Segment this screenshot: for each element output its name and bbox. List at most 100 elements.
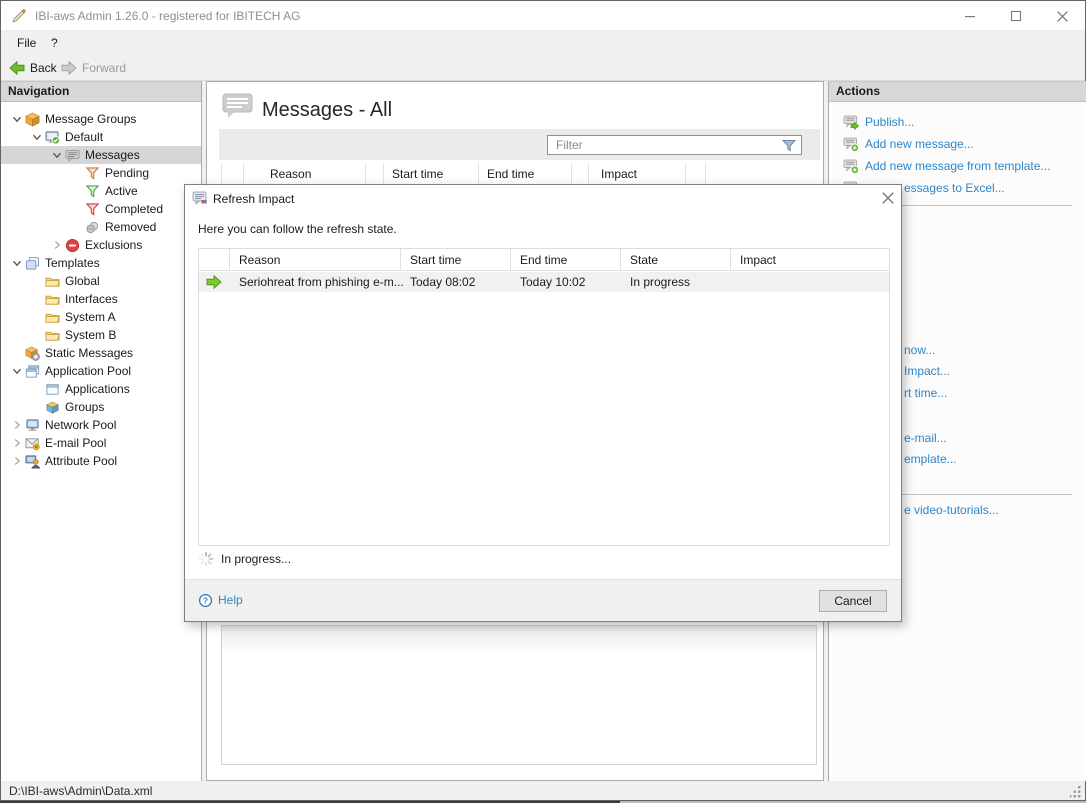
window-title: IBI-aws Admin 1.26.0 - registered for IB… xyxy=(35,1,300,31)
message-icon xyxy=(65,148,80,163)
action-refresh-impact[interactable]: Impact... xyxy=(904,363,950,379)
in-progress-arrow-icon xyxy=(206,274,222,290)
menu-file[interactable]: File xyxy=(11,32,42,55)
dialog-close-button[interactable] xyxy=(879,189,897,207)
menu-bar: File ? xyxy=(1,32,1085,55)
action-export-excel-label[interactable]: essages to Excel... xyxy=(904,180,1005,196)
nav-item-system-a[interactable]: System A xyxy=(1,308,201,326)
app-window: IBI-aws Admin 1.26.0 - registered for IB… xyxy=(0,0,1086,801)
chevron-down-icon[interactable] xyxy=(49,148,65,162)
navigation-header: Navigation xyxy=(1,82,201,102)
minimize-button[interactable] xyxy=(947,1,993,31)
action-start-time[interactable]: rt time... xyxy=(904,385,947,401)
templates-icon xyxy=(25,256,40,271)
nav-item-static-messages[interactable]: Static Messages xyxy=(1,344,201,362)
action-email[interactable]: e-mail... xyxy=(904,430,947,446)
static-messages-icon xyxy=(25,346,40,361)
page-title: Messages - All xyxy=(262,99,392,122)
column-header-impact[interactable]: Impact xyxy=(601,167,637,181)
close-button[interactable] xyxy=(1039,1,1085,31)
nav-item-global[interactable]: Global xyxy=(1,272,201,290)
chevron-down-icon[interactable] xyxy=(9,256,25,270)
chevron-down-icon[interactable] xyxy=(9,364,25,378)
chevron-right-icon[interactable] xyxy=(9,436,25,450)
nav-item-email-pool[interactable]: E-mail Pool xyxy=(1,434,201,452)
column-header-impact[interactable]: Impact xyxy=(740,253,776,267)
nav-item-removed[interactable]: Removed xyxy=(1,218,201,236)
data-file-path: D:\IBI-aws\Admin\Data.xml xyxy=(9,784,152,798)
chevron-right-icon[interactable] xyxy=(9,454,25,468)
action-template[interactable]: emplate... xyxy=(904,451,957,467)
column-header-end-time[interactable]: End time xyxy=(520,253,567,267)
forward-arrow-icon xyxy=(61,60,77,76)
column-header-state[interactable]: State xyxy=(630,253,658,267)
column-header-reason[interactable]: Reason xyxy=(270,167,311,181)
nav-item-active[interactable]: Active xyxy=(1,182,201,200)
close-icon xyxy=(1056,10,1069,23)
action-add-from-template[interactable]: Add new message from template... xyxy=(843,158,1050,174)
nav-item-completed[interactable]: Completed xyxy=(1,200,201,218)
dialog-title: Refresh Impact xyxy=(213,192,294,206)
nav-item-messages[interactable]: Messages xyxy=(1,146,201,164)
refresh-table-row[interactable]: Seriohreat from phishing e-m... Today 08… xyxy=(199,272,889,292)
monitor-check-icon xyxy=(45,130,60,145)
chevron-right-icon[interactable] xyxy=(49,238,65,252)
application-icon xyxy=(45,382,60,397)
action-publish[interactable]: Publish... xyxy=(843,114,914,130)
nav-item-default[interactable]: Default xyxy=(1,128,201,146)
cell-start-time: Today 08:02 xyxy=(410,275,475,289)
application-pool-icon xyxy=(25,364,40,379)
app-icon xyxy=(11,8,27,24)
help-link[interactable]: Help xyxy=(198,591,243,609)
column-header-start-time[interactable]: Start time xyxy=(392,167,443,181)
chevron-right-icon[interactable] xyxy=(9,418,25,432)
spinner-icon xyxy=(198,551,214,567)
groups-icon xyxy=(45,400,60,415)
navigation-panel: Navigation Message Groups Default Messag… xyxy=(1,81,202,781)
nav-item-applications[interactable]: Applications xyxy=(1,380,201,398)
attribute-icon xyxy=(25,454,40,469)
action-add-new-message[interactable]: Add new message... xyxy=(843,136,974,152)
cell-end-time: Today 10:02 xyxy=(520,275,585,289)
chevron-down-icon[interactable] xyxy=(9,112,25,126)
filter-input[interactable] xyxy=(548,136,778,154)
chevron-down-icon[interactable] xyxy=(29,130,45,144)
nav-item-network-pool[interactable]: Network Pool xyxy=(1,416,201,434)
column-header-start-time[interactable]: Start time xyxy=(410,253,461,267)
nav-item-exclusions[interactable]: Exclusions xyxy=(1,236,201,254)
forward-button[interactable]: Forward xyxy=(61,59,126,77)
funnel-green-icon xyxy=(85,184,100,199)
folder-icon xyxy=(45,328,60,343)
filter-bar xyxy=(219,129,820,160)
maximize-button[interactable] xyxy=(993,1,1039,31)
minimize-icon xyxy=(964,10,976,22)
help-icon xyxy=(198,593,213,608)
refresh-state-table: Reason Start time End time State Impact … xyxy=(198,248,890,546)
filter-funnel-icon[interactable] xyxy=(781,138,797,154)
nav-item-system-b[interactable]: System B xyxy=(1,326,201,344)
action-video-tutorials[interactable]: e video-tutorials... xyxy=(904,502,999,518)
back-button[interactable]: Back xyxy=(9,59,57,77)
cell-reason: Seriohreat from phishing e-m... xyxy=(239,275,404,289)
status-bar: D:\IBI-aws\Admin\Data.xml xyxy=(1,781,1085,800)
nav-item-application-pool[interactable]: Application Pool xyxy=(1,362,201,380)
messages-icon xyxy=(221,92,255,120)
add-message-template-icon xyxy=(843,158,859,174)
nav-item-templates[interactable]: Templates xyxy=(1,254,201,272)
email-icon xyxy=(25,436,40,451)
back-arrow-icon xyxy=(9,60,25,76)
nav-item-attribute-pool[interactable]: Attribute Pool xyxy=(1,452,201,470)
cancel-button[interactable]: Cancel xyxy=(819,590,887,612)
nav-item-pending[interactable]: Pending xyxy=(1,164,201,182)
menu-help[interactable]: ? xyxy=(45,32,64,55)
nav-item-message-groups[interactable]: Message Groups xyxy=(1,110,201,128)
cell-state: In progress xyxy=(630,275,690,289)
column-header-reason[interactable]: Reason xyxy=(239,253,280,267)
action-now[interactable]: now... xyxy=(904,342,935,358)
dialog-icon xyxy=(192,190,208,206)
nav-item-groups[interactable]: Groups xyxy=(1,398,201,416)
nav-item-interfaces[interactable]: Interfaces xyxy=(1,290,201,308)
resize-grip[interactable] xyxy=(1070,786,1082,798)
dialog-description: Here you can follow the refresh state. xyxy=(198,222,397,236)
column-header-end-time[interactable]: End time xyxy=(487,167,534,181)
